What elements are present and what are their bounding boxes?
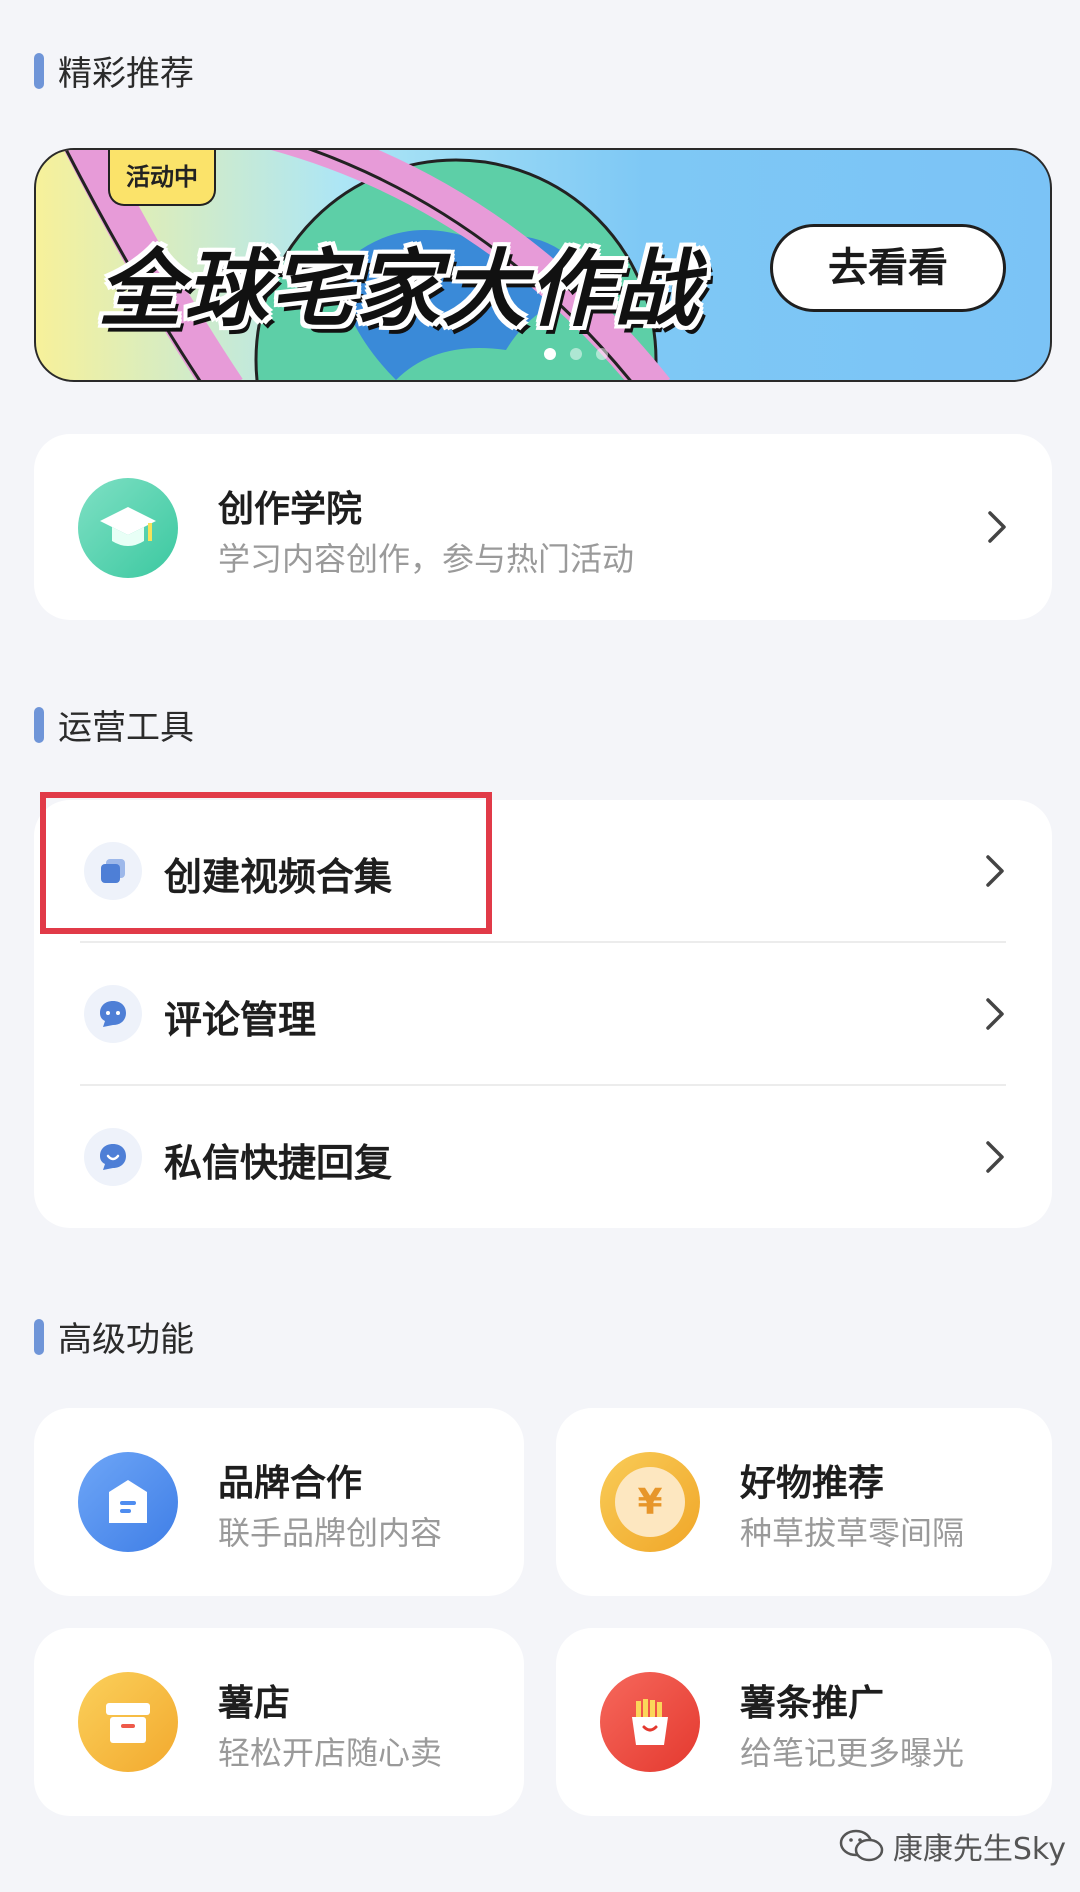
feature-card-product[interactable]: ¥ 好物推荐 种草拔草零间隔 bbox=[556, 1408, 1052, 1596]
carousel-dot[interactable] bbox=[596, 348, 608, 360]
chevron-right-icon bbox=[986, 855, 1004, 887]
section-title-advanced: 高级功能 bbox=[34, 1312, 194, 1361]
feature-subtitle: 联手品牌创内容 bbox=[218, 1514, 443, 1552]
section-marker bbox=[34, 706, 44, 743]
tool-row-quick-reply[interactable]: 私信快捷回复 bbox=[34, 1086, 1052, 1228]
chevron-right-icon bbox=[986, 1141, 1004, 1173]
feature-subtitle: 轻松开店随心卖 bbox=[218, 1734, 443, 1772]
academy-subtitle: 学习内容创作，参与热门活动 bbox=[218, 540, 635, 578]
academy-card[interactable]: 创作学院 学习内容创作，参与热门活动 bbox=[34, 434, 1052, 620]
feature-card-shop[interactable]: 薯店 轻松开店随心卖 bbox=[34, 1628, 524, 1816]
tool-label: 私信快捷回复 bbox=[164, 1141, 393, 1185]
section-title-tools: 运营工具 bbox=[34, 700, 194, 749]
feature-title: 好物推荐 bbox=[740, 1463, 885, 1504]
carousel-dots bbox=[544, 348, 608, 360]
event-banner[interactable]: 活动中 全球宅家大作战 去看看 bbox=[34, 148, 1052, 382]
banner-headline: 全球宅家大作战 bbox=[98, 240, 701, 338]
feature-subtitle: 种草拔草零间隔 bbox=[740, 1514, 965, 1552]
brand-icon bbox=[78, 1452, 178, 1552]
feature-title: 品牌合作 bbox=[218, 1463, 363, 1504]
comment-icon bbox=[84, 985, 142, 1043]
section-title-text: 精彩推荐 bbox=[58, 54, 194, 94]
banner-cta-button[interactable]: 去看看 bbox=[770, 224, 1006, 312]
section-title-text: 运营工具 bbox=[58, 708, 194, 748]
watermark: 康康先生Sky bbox=[839, 1824, 1066, 1868]
feature-title: 薯店 bbox=[218, 1683, 291, 1724]
tool-row-comment-management[interactable]: 评论管理 bbox=[34, 943, 1052, 1085]
section-marker bbox=[34, 52, 44, 89]
chevron-right-icon bbox=[986, 998, 1004, 1030]
shop-box-icon bbox=[78, 1672, 178, 1772]
carousel-dot[interactable] bbox=[544, 348, 556, 360]
highlight-annotation bbox=[40, 792, 492, 934]
fries-icon bbox=[600, 1672, 700, 1772]
message-icon bbox=[84, 1128, 142, 1186]
status-badge: 活动中 bbox=[108, 150, 216, 206]
watermark-text: 康康先生Sky bbox=[892, 1832, 1066, 1867]
tool-label: 评论管理 bbox=[164, 998, 317, 1042]
yen-coin-icon: ¥ bbox=[600, 1452, 700, 1552]
wechat-icon bbox=[839, 1829, 884, 1862]
chevron-right-icon bbox=[988, 511, 1006, 543]
feature-card-brand[interactable]: 品牌合作 联手品牌创内容 bbox=[34, 1408, 524, 1596]
section-marker bbox=[34, 1318, 44, 1355]
feature-subtitle: 给笔记更多曝光 bbox=[740, 1734, 965, 1772]
carousel-dot[interactable] bbox=[570, 348, 582, 360]
section-title-text: 高级功能 bbox=[58, 1320, 194, 1360]
section-title-featured: 精彩推荐 bbox=[34, 46, 194, 95]
academy-title: 创作学院 bbox=[218, 489, 363, 530]
graduation-cap-icon bbox=[78, 478, 178, 578]
feature-title: 薯条推广 bbox=[740, 1683, 885, 1724]
feature-card-promotion[interactable]: 薯条推广 给笔记更多曝光 bbox=[556, 1628, 1052, 1816]
